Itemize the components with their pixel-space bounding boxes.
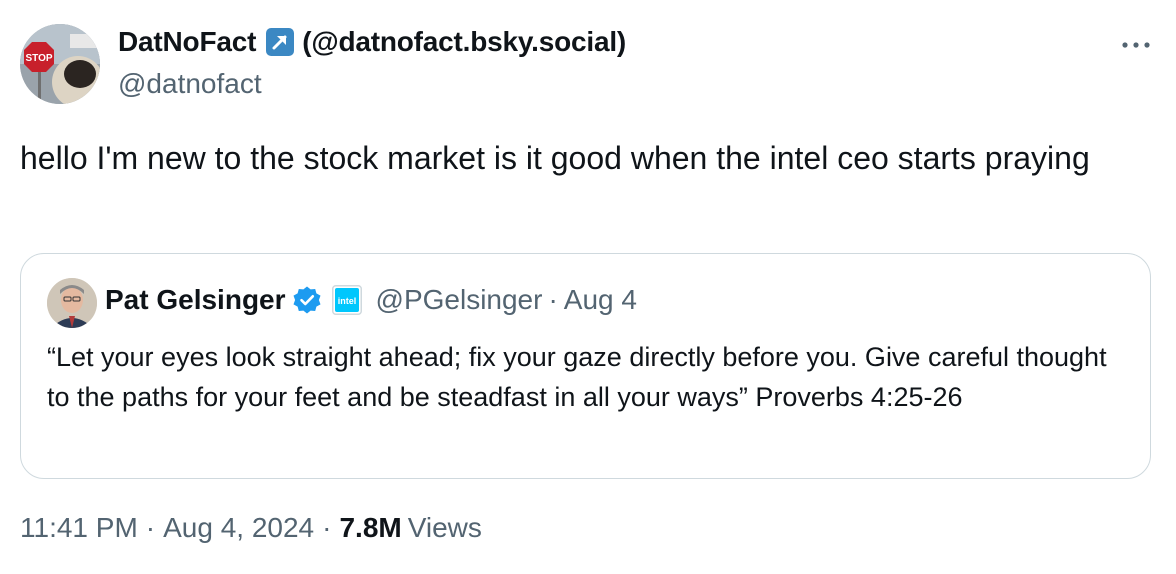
quoted-display-name[interactable]: Pat Gelsinger — [105, 284, 286, 316]
meta-separator-1: · — [145, 512, 156, 543]
views-count: 7.8M — [339, 512, 402, 543]
tweet-header: STOP DatNoFact (@datnofact.bsky.social) … — [20, 22, 1156, 106]
quoted-header: Pat Gelsinger intel @PGelsinger · Aug 4 — [105, 284, 637, 316]
meta-separator-2: · — [322, 512, 332, 543]
quoted-handle[interactable]: @PGelsinger — [376, 284, 543, 316]
quoted-author-avatar[interactable] — [47, 278, 97, 328]
tweet-time[interactable]: 11:41 PM — [20, 512, 138, 544]
quoted-date[interactable]: Aug 4 — [564, 284, 637, 316]
verified-badge-icon — [292, 285, 322, 315]
intel-affiliate-icon[interactable]: intel — [331, 285, 362, 315]
quoted-tweet[interactable]: Pat Gelsinger intel @PGelsinger · Aug 4 … — [20, 253, 1151, 479]
quoted-text: “Let your eyes look straight ahead; fix … — [47, 342, 1107, 412]
tweet-meta: 11:41 PM · Aug 4, 2024 · 7.8M Views — [20, 512, 482, 544]
tweet-text: hello I'm new to the stock market is it … — [20, 140, 1090, 176]
quoted-separator: · — [548, 284, 558, 315]
intel-affiliate-label: intel — [337, 296, 356, 306]
author-alt-handle: (@datnofact.bsky.social) — [302, 26, 627, 57]
tweet-date[interactable]: Aug 4, 2024 — [163, 512, 314, 544]
avatar-stop-text: STOP — [25, 53, 52, 64]
author-handle[interactable]: @datnofact — [118, 68, 262, 100]
views-label: Views — [407, 512, 482, 543]
author-avatar[interactable]: STOP — [20, 24, 100, 104]
more-horizontal-icon[interactable] — [1116, 30, 1156, 60]
author-display-name[interactable]: DatNoFact — [118, 26, 256, 58]
author-name-row: DatNoFact (@datnofact.bsky.social) — [118, 26, 626, 58]
north-east-arrow-icon — [266, 28, 295, 56]
